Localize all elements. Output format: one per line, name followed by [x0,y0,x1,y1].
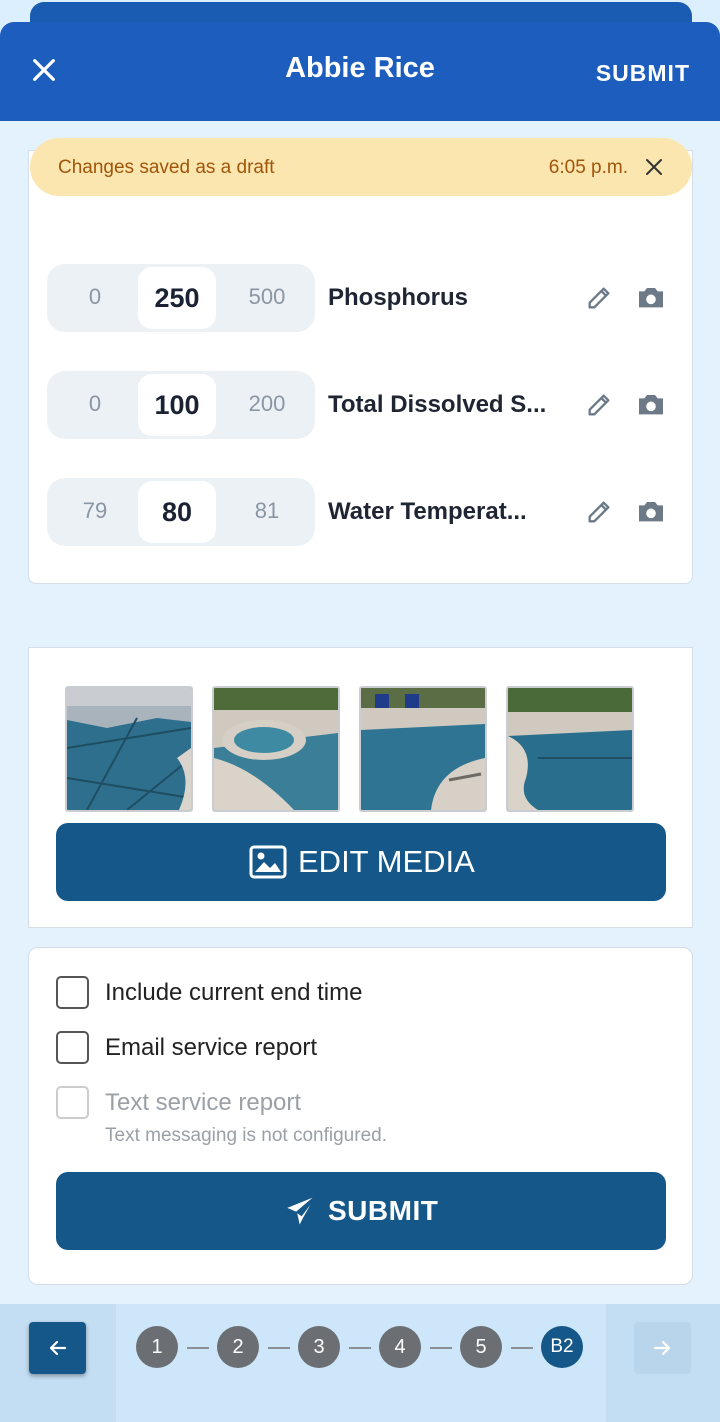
include-end-time-checkbox[interactable] [56,976,89,1009]
arrow-left-icon [49,1340,67,1356]
option-label: Include current end time [105,979,363,1006]
email-report-checkbox[interactable] [56,1031,89,1064]
photo-thumbnail[interactable] [65,686,193,812]
report-options-card: Include current end time Email service r… [28,947,693,1285]
step-connector [268,1347,290,1349]
reading-row-total-dissolved-solids: 0 100 200 Total Dissolved S... [47,371,677,439]
next-button[interactable] [634,1322,691,1374]
camera-icon[interactable] [635,282,667,314]
submit-button[interactable]: SUBMIT [56,1172,666,1250]
stepper-current-value[interactable]: 250 [138,267,216,329]
stepper-low-value[interactable]: 79 [55,498,135,524]
step-2[interactable]: 2 [217,1326,259,1368]
submit-label: SUBMIT [328,1195,439,1226]
text-report-checkbox [56,1086,89,1119]
header-submit-button[interactable]: SUBMIT [596,60,690,87]
pool-photo [214,688,338,810]
image-icon [249,845,287,879]
pool-photo [67,688,191,810]
stepper-high-value[interactable]: 81 [227,498,307,524]
media-card: EDIT MEDIA [28,647,693,928]
option-label: Email service report [105,1034,318,1061]
camera-icon[interactable] [635,496,667,528]
camera-icon[interactable] [635,389,667,421]
close-icon[interactable] [642,155,666,179]
back-button[interactable] [29,1322,86,1374]
text-messaging-note: Text messaging is not configured. [105,1125,387,1146]
photo-thumbnail[interactable] [212,686,340,812]
stepper-high-value[interactable]: 500 [227,284,307,310]
reading-label: Total Dissolved S... [328,391,547,418]
reading-stepper[interactable]: 0 250 500 [47,264,315,332]
photo-thumbnail[interactable] [359,686,487,812]
step-connector [511,1347,533,1349]
step-5[interactable]: 5 [460,1326,502,1368]
toast-message: Changes saved as a draft [58,157,275,178]
stepper-current-value[interactable]: 80 [138,481,216,543]
step-b2[interactable]: B2 [541,1326,583,1368]
step-4[interactable]: 4 [379,1326,421,1368]
reading-row-water-temperature: 79 80 81 Water Temperat... [47,478,677,546]
top-app-bar: Abbie Rice SUBMIT [0,22,720,121]
photo-thumbnail[interactable] [506,686,634,812]
reading-label: Phosphorus [328,284,469,311]
option-label: Text service report [105,1089,302,1116]
reading-stepper[interactable]: 0 100 200 [47,371,315,439]
step-connector [430,1347,452,1349]
step-1[interactable]: 1 [136,1326,178,1368]
edit-media-label: EDIT MEDIA [298,844,475,879]
edit-media-button[interactable]: EDIT MEDIA [56,823,666,901]
step-connector [349,1347,371,1349]
arrow-right-icon [653,1340,671,1356]
stepper-low-value[interactable]: 0 [55,284,135,310]
stepper-high-value[interactable]: 200 [227,391,307,417]
draft-saved-toast: Changes saved as a draft 6:05 p.m. [30,138,692,196]
toast-time: 6:05 p.m. [548,157,628,178]
readings-card: 0 250 500 Phosphorus 0 100 200 Total Dis… [28,150,693,584]
stepper-low-value[interactable]: 0 [55,391,135,417]
step-navigation-bar: 1 2 3 4 5 B2 [0,1304,720,1422]
step-3[interactable]: 3 [298,1326,340,1368]
pencil-icon[interactable] [585,391,613,419]
reading-stepper[interactable]: 79 80 81 [47,478,315,546]
stepper-current-value[interactable]: 100 [138,374,216,436]
pencil-icon[interactable] [585,284,613,312]
reading-row-phosphorus: 0 250 500 Phosphorus [47,264,677,332]
pool-photo [508,688,632,810]
paper-plane-icon [283,1193,319,1230]
pencil-icon[interactable] [585,498,613,526]
reading-label: Water Temperat... [328,498,527,525]
pool-photo [361,688,485,810]
step-connector [187,1347,209,1349]
step-indicator-area [116,1304,606,1422]
